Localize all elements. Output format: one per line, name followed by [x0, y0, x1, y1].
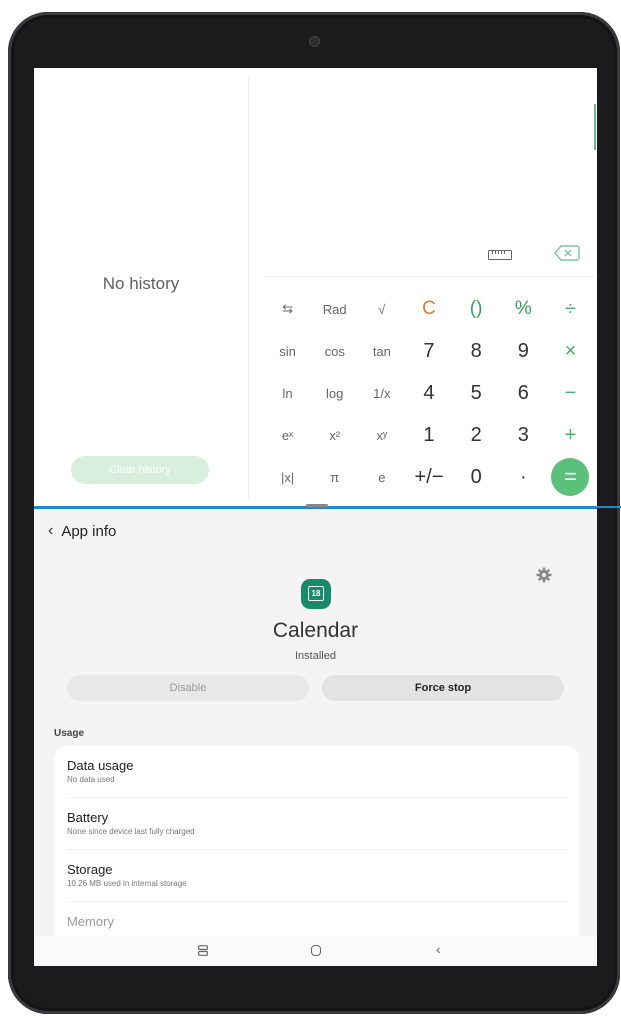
- key-2-3[interactable]: 4: [405, 372, 452, 414]
- key-2-2[interactable]: 1/x: [358, 372, 405, 414]
- no-history-text: No history: [102, 274, 180, 293]
- usage-section-label: Usage: [54, 728, 85, 739]
- calculator-tools: [264, 238, 594, 268]
- key-4-6[interactable]: =: [547, 456, 594, 498]
- usage-card: Data usage No data used Battery None sin…: [54, 746, 579, 936]
- key-0-3[interactable]: C: [405, 288, 452, 330]
- row-divider: [67, 901, 567, 902]
- key-3-4[interactable]: 2: [453, 414, 500, 456]
- app-name: Calendar: [272, 619, 359, 642]
- history-panel: No history Clear history: [34, 68, 248, 506]
- calendar-app-icon: 18: [301, 579, 331, 609]
- panel-divider: [248, 78, 249, 498]
- key-3-3[interactable]: 1: [405, 414, 452, 456]
- key-3-6[interactable]: +: [547, 414, 594, 456]
- item-subtitle: None since device last fully charged: [67, 827, 195, 836]
- item-subtitle: No data used: [67, 775, 115, 784]
- screen: No history Clear history ⇆ Rad √ C()% ÷ sin co…: [34, 68, 597, 966]
- key-4-2[interactable]: e: [358, 456, 405, 498]
- calendar-icon-date: 18: [308, 586, 324, 601]
- key-1-1[interactable]: cos: [311, 330, 358, 372]
- key-0-6[interactable]: ÷: [547, 288, 594, 330]
- key-4-4[interactable]: 0: [453, 456, 500, 498]
- key-4-3[interactable]: +/−: [405, 456, 452, 498]
- back-icon[interactable]: ‹: [436, 941, 441, 957]
- calculator-window: No history Clear history ⇆ Rad √ C()% ÷ sin co…: [34, 68, 597, 506]
- clear-history-button[interactable]: Clear history: [71, 456, 209, 484]
- input-cursor: [594, 104, 596, 150]
- back-chevron-icon[interactable]: ‹: [48, 522, 53, 540]
- key-0-4[interactable]: (): [453, 288, 500, 330]
- calculator-keypad: ⇆ Rad √ C()% ÷ sin cos tan 7 8 9 × ln log 1/x 4 5 6− eˣ x² x…: [264, 288, 594, 498]
- recent-apps-icon[interactable]: [198, 945, 208, 956]
- key-1-4[interactable]: 8: [453, 330, 500, 372]
- app-status: Installed: [295, 650, 336, 662]
- gear-icon[interactable]: [536, 567, 552, 583]
- memory-item[interactable]: Memory: [67, 914, 567, 929]
- key-2-5[interactable]: 6: [500, 372, 547, 414]
- navigation-bar: ‹: [34, 936, 597, 966]
- key-4-0[interactable]: |x|: [264, 456, 311, 498]
- key-1-6[interactable]: ×: [547, 330, 594, 372]
- backspace-icon[interactable]: [554, 244, 580, 262]
- home-icon[interactable]: [311, 945, 321, 956]
- disable-button[interactable]: Disable: [67, 675, 309, 701]
- battery-item[interactable]: Battery None since device last fully cha…: [67, 810, 567, 836]
- key-2-0[interactable]: ln: [264, 372, 311, 414]
- ruler-icon[interactable]: [488, 250, 512, 260]
- equals-key-label: =: [551, 458, 590, 496]
- app-info-header[interactable]: ‹ App info: [48, 521, 116, 541]
- row-divider: [67, 797, 567, 798]
- split-divider-extension: [597, 506, 621, 508]
- page-title: App info: [61, 522, 117, 540]
- key-2-1[interactable]: log: [311, 372, 358, 414]
- key-3-0[interactable]: eˣ: [264, 414, 311, 456]
- key-3-1[interactable]: x²: [311, 414, 358, 456]
- key-0-2[interactable]: √: [358, 288, 405, 330]
- key-1-5[interactable]: 9: [500, 330, 547, 372]
- item-title: Storage: [67, 862, 113, 877]
- key-3-5[interactable]: 3: [500, 414, 547, 456]
- key-1-0[interactable]: sin: [264, 330, 311, 372]
- key-0-0[interactable]: ⇆: [264, 288, 311, 330]
- storage-item[interactable]: Storage 10.26 MB used in internal storag…: [67, 862, 567, 888]
- item-subtitle: 10.26 MB used in internal storage: [67, 879, 187, 888]
- key-1-2[interactable]: tan: [358, 330, 405, 372]
- key-3-2[interactable]: xʸ: [358, 414, 405, 456]
- key-2-6[interactable]: −: [547, 372, 594, 414]
- force-stop-button[interactable]: Force stop: [322, 675, 564, 701]
- front-camera: [309, 36, 320, 47]
- split-handle[interactable]: [306, 504, 328, 507]
- keypad-divider: [264, 276, 594, 277]
- row-divider: [67, 849, 567, 850]
- item-title: Data usage: [67, 758, 134, 773]
- key-2-4[interactable]: 5: [453, 372, 500, 414]
- item-title: Memory: [67, 914, 114, 929]
- data-usage-item[interactable]: Data usage No data used: [67, 758, 567, 784]
- key-0-1[interactable]: Rad: [311, 288, 358, 330]
- app-info-window: ‹ App info 18 Calendar Installed Disable…: [34, 509, 597, 936]
- key-0-5[interactable]: %: [500, 288, 547, 330]
- key-1-3[interactable]: 7: [405, 330, 452, 372]
- item-title: Battery: [67, 810, 109, 825]
- key-4-1[interactable]: π: [311, 456, 358, 498]
- key-4-5[interactable]: ·: [500, 456, 547, 498]
